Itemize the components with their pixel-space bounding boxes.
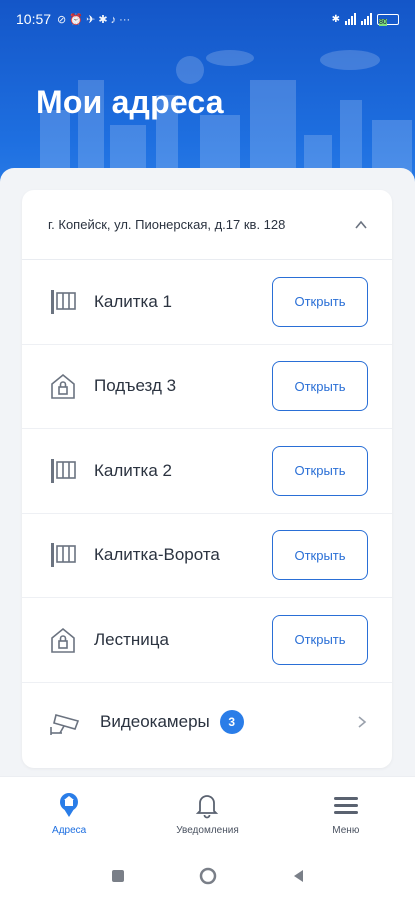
circle-icon: [199, 867, 216, 885]
system-navigation: [0, 852, 415, 900]
nav-item-notifications[interactable]: Уведомления: [147, 791, 267, 836]
menu-icon: [333, 797, 358, 814]
battery-level: 80: [379, 18, 387, 26]
nav-label: Уведомления: [176, 825, 239, 836]
nav-item-menu[interactable]: Меню: [286, 791, 406, 836]
nav-label: Меню: [332, 825, 360, 836]
gate-icon: [51, 289, 76, 314]
gate-icon: [51, 543, 76, 568]
triangle-back-icon: [293, 870, 303, 882]
access-point-label: Калитка 1: [94, 291, 173, 311]
bottom-navigation: Адреса Уведомления Меню: [0, 776, 415, 852]
address-header[interactable]: г. Копейск, ул. Пионерская, д.17 кв. 128: [22, 190, 392, 260]
cameras-count-badge: 3: [219, 709, 244, 734]
nav-label: Адреса: [52, 825, 87, 836]
signal-icon: [345, 13, 356, 25]
status-icons: ⊘ ⏰ ✈ ✱ ♪ ···: [57, 13, 131, 26]
chevron-right-icon: [358, 715, 367, 728]
page-title: Мои адреса: [36, 84, 224, 120]
access-point-row: Калитка 1 Открыть: [22, 260, 392, 345]
open-button[interactable]: Открыть: [272, 530, 368, 581]
entrance-lock-icon: [51, 374, 75, 400]
access-point-label: Подъезд 3: [94, 376, 177, 396]
open-button[interactable]: Открыть: [272, 361, 368, 412]
bluetooth-icon: ✱: [331, 13, 340, 25]
access-point-label: Калитка 2: [94, 460, 173, 480]
open-button[interactable]: Открыть: [272, 614, 368, 665]
access-point-row: Калитка 2 Открыть: [22, 429, 392, 514]
access-point-label: Калитка-Ворота: [94, 545, 220, 565]
chevron-up-icon[interactable]: [354, 218, 368, 232]
address-card: г. Копейск, ул. Пионерская, д.17 кв. 128…: [22, 190, 392, 768]
bell-icon: [196, 795, 219, 819]
square-icon: [111, 870, 124, 882]
cameras-label: Видеокамеры: [100, 711, 210, 731]
access-point-row: Лестница Открыть: [22, 598, 392, 683]
open-button[interactable]: Открыть: [272, 445, 368, 496]
entrance-lock-icon: [51, 627, 75, 653]
recent-apps-button[interactable]: [108, 866, 128, 886]
battery-icon: 80: [377, 13, 399, 26]
home-button[interactable]: [198, 866, 218, 886]
signal-icon-2: [361, 13, 372, 25]
nav-item-addresses[interactable]: Адреса: [9, 791, 129, 836]
open-button[interactable]: Открыть: [272, 276, 368, 327]
access-point-row: Подъезд 3 Открыть: [22, 345, 392, 429]
access-point-label: Лестница: [94, 629, 169, 649]
security-camera-icon: [50, 713, 80, 735]
address-pin-icon: [60, 793, 79, 817]
access-point-row: Калитка-Ворота Открыть: [22, 514, 392, 598]
gate-icon: [51, 458, 76, 483]
back-button[interactable]: [288, 866, 308, 886]
address-text: г. Копейск, ул. Пионерская, д.17 кв. 128: [48, 217, 286, 232]
status-time: 10:57: [16, 11, 52, 27]
cameras-row[interactable]: Видеокамеры 3: [22, 683, 392, 761]
status-bar: 10:57 ⊘ ⏰ ✈ ✱ ♪ ··· ✱ 80: [0, 0, 415, 38]
